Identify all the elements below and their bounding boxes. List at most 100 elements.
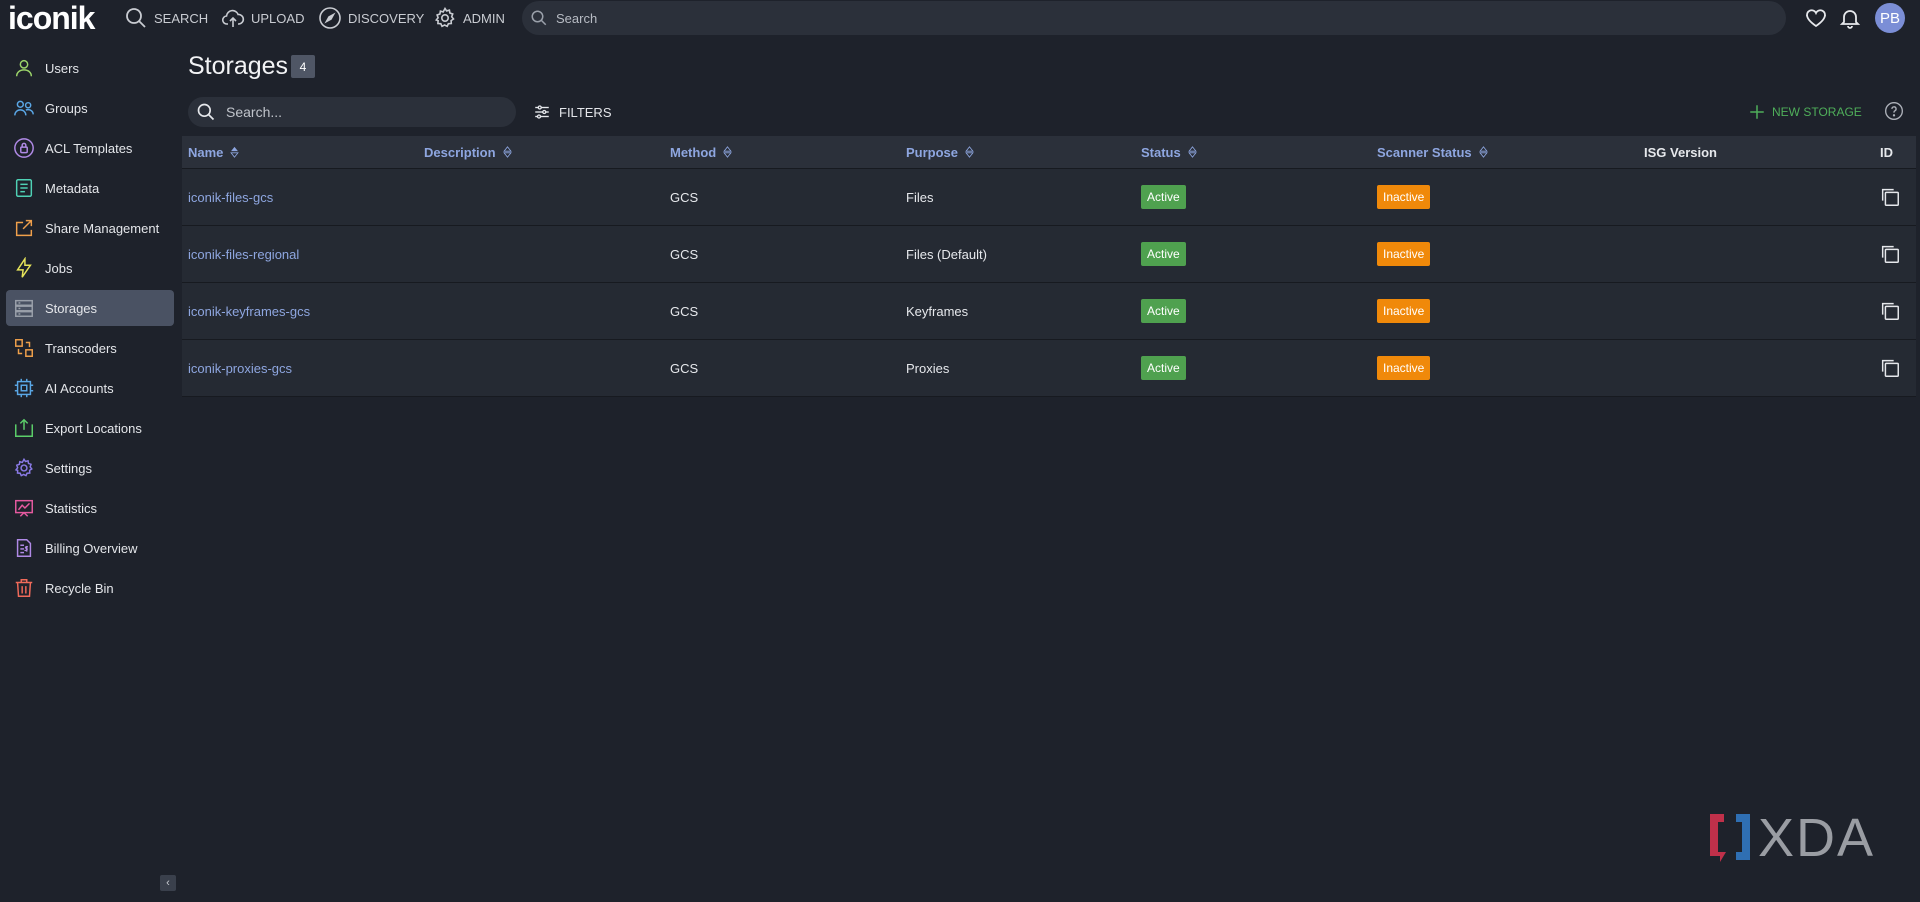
sidebar-item-label: Recycle Bin: [45, 580, 114, 596]
storage-method: GCS: [670, 189, 699, 205]
status-cell: Active: [1141, 283, 1186, 339]
storage-name-link[interactable]: iconik-proxies-gcs: [188, 340, 292, 396]
sidebar-item-metadata[interactable]: Metadata: [6, 170, 174, 206]
sidebar-item-statistics[interactable]: Statistics: [6, 490, 174, 526]
xda-watermark: XDA: [1706, 810, 1875, 866]
copy-icon[interactable]: [1879, 300, 1901, 322]
column-label: Purpose: [906, 144, 959, 160]
copy-icon[interactable]: [1879, 186, 1901, 208]
status-badge: Active: [1141, 299, 1186, 323]
chart-icon: [12, 496, 36, 520]
sort-icon: [1478, 146, 1488, 158]
sidebar-item-billing-overview[interactable]: Billing Overview: [6, 530, 174, 566]
nav-label: SEARCH: [154, 10, 209, 26]
new-storage-label: NEW STORAGE: [1772, 105, 1862, 119]
storages-table: Name Description Method Purpose Status S…: [182, 136, 1916, 397]
nav-label: UPLOAD: [251, 10, 305, 26]
sidebar-item-groups[interactable]: Groups: [6, 90, 174, 126]
app-logo[interactable]: iconik: [8, 1, 95, 35]
sidebar-item-label: Settings: [45, 460, 92, 476]
global-search-input[interactable]: [554, 9, 1786, 27]
id-cell: [1879, 169, 1901, 225]
sidebar-item-export-locations[interactable]: Export Locations: [6, 410, 174, 446]
status-badge: Active: [1141, 242, 1186, 266]
sidebar-item-label: Storages: [45, 300, 98, 316]
sidebar-item-label: ACL Templates: [45, 140, 133, 156]
sidebar-item-share-management[interactable]: Share Management: [6, 210, 174, 246]
column-label: Scanner Status: [1377, 144, 1472, 160]
gear-icon: [12, 456, 36, 480]
storage-purpose: Keyframes: [906, 303, 969, 319]
sidebar-item-label: Transcoders: [45, 340, 117, 356]
lightning-icon: [12, 256, 36, 280]
table-row: iconik-files-gcs GCS Files Active Inacti…: [182, 169, 1916, 226]
sort-icon: [723, 146, 733, 158]
sidebar-item-acl-templates[interactable]: ACL Templates: [6, 130, 174, 166]
sidebar-item-settings[interactable]: Settings: [6, 450, 174, 486]
sidebar-item-transcoders[interactable]: Transcoders: [6, 330, 174, 366]
column-header-status[interactable]: Status: [1141, 136, 1197, 168]
search-icon: [197, 103, 215, 121]
nav-label: ADMIN: [463, 10, 505, 26]
heart-icon[interactable]: [1804, 6, 1828, 30]
filter-sliders-icon: [535, 105, 549, 119]
storage-search-bar[interactable]: [188, 97, 516, 127]
lock-icon: [12, 136, 36, 160]
table-row: iconik-files-regional GCS Files (Default…: [182, 226, 1916, 283]
sidebar-item-label: AI Accounts: [45, 380, 114, 396]
storage-method: GCS: [670, 246, 699, 262]
cloud-upload-icon: [221, 9, 245, 27]
avatar[interactable]: PB: [1875, 3, 1905, 33]
storage-name-link[interactable]: iconik-files-regional: [188, 226, 299, 282]
sidebar-item-recycle-bin[interactable]: Recycle Bin: [6, 570, 174, 606]
status-cell: Active: [1141, 340, 1186, 396]
column-header-purpose[interactable]: Purpose: [906, 136, 974, 168]
sidebar-item-ai-accounts[interactable]: AI Accounts: [6, 370, 174, 406]
column-header-id: ID: [1880, 136, 1893, 168]
column-label: Method: [670, 144, 717, 160]
top-bar: iconik SEARCH UPLOAD DISCOVERY ADMIN PB: [0, 0, 1920, 36]
sort-icon: [1187, 146, 1197, 158]
global-search-bar[interactable]: [522, 1, 1786, 35]
column-label: ID: [1880, 144, 1893, 160]
column-label: Name: [188, 144, 224, 160]
id-cell: [1879, 283, 1901, 339]
new-storage-button[interactable]: NEW STORAGE: [1748, 100, 1862, 124]
transcoder-icon: [12, 336, 36, 360]
filters-button[interactable]: FILTERS: [533, 100, 612, 124]
storage-search-input[interactable]: [224, 103, 516, 121]
copy-icon[interactable]: [1879, 357, 1901, 379]
sidebar-item-storages[interactable]: Storages: [6, 290, 174, 326]
storage-icon: [12, 296, 36, 320]
column-header-name[interactable]: Name: [188, 136, 240, 168]
storage-purpose: Proxies: [906, 360, 950, 376]
gear-icon: [434, 6, 455, 28]
sort-icon: [965, 146, 974, 158]
scanner-status-badge: Inactive: [1377, 242, 1431, 266]
sidebar-item-users[interactable]: Users: [6, 50, 174, 86]
collapse-sidebar-button[interactable]: ‹: [160, 875, 176, 891]
scanner-status-badge: Inactive: [1377, 299, 1431, 323]
nav-upload[interactable]: UPLOAD: [221, 0, 304, 36]
column-header-scanner-status[interactable]: Scanner Status: [1377, 136, 1488, 168]
document-icon: [12, 176, 36, 200]
scanner-status-cell: Inactive: [1377, 283, 1431, 339]
search-icon: [126, 8, 146, 28]
column-label: Status: [1141, 144, 1181, 160]
scanner-status-cell: Inactive: [1377, 226, 1431, 282]
sidebar-item-jobs[interactable]: Jobs: [6, 250, 174, 286]
storage-name-link[interactable]: iconik-keyframes-gcs: [188, 283, 310, 339]
sidebar-item-label: Users: [45, 60, 79, 76]
sidebar-item-label: Jobs: [45, 260, 73, 276]
column-header-description[interactable]: Description: [424, 136, 512, 168]
nav-admin[interactable]: ADMIN: [433, 0, 505, 36]
export-icon: [12, 416, 36, 440]
storage-name-link[interactable]: iconik-files-gcs: [188, 169, 273, 225]
id-cell: [1879, 340, 1901, 396]
copy-icon[interactable]: [1879, 243, 1901, 265]
bell-icon[interactable]: [1838, 6, 1862, 30]
help-icon[interactable]: [1884, 101, 1904, 121]
nav-search[interactable]: SEARCH: [124, 0, 208, 36]
column-header-method[interactable]: Method: [670, 136, 733, 168]
nav-discovery[interactable]: DISCOVERY: [318, 0, 424, 36]
